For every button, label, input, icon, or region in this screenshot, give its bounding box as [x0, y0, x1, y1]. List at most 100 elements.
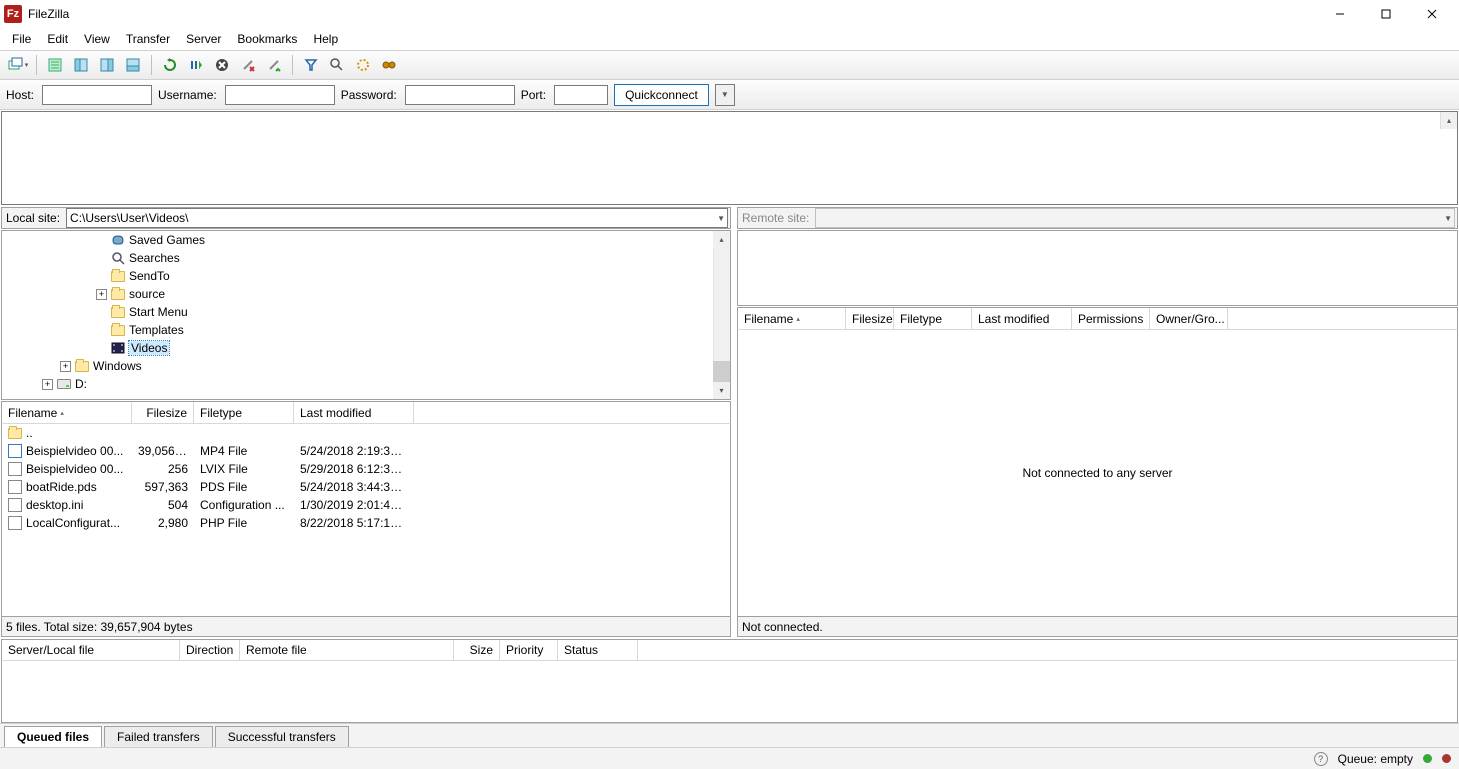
tree-item-label: Templates	[129, 323, 184, 337]
menu-view[interactable]: View	[76, 30, 118, 48]
site-manager-button[interactable]: ▾	[6, 53, 30, 77]
file-row[interactable]: desktop.ini504Configuration ...1/30/2019…	[2, 496, 730, 514]
menu-bookmarks[interactable]: Bookmarks	[229, 30, 305, 48]
compare-button[interactable]	[325, 53, 349, 77]
scroll-down-button[interactable]: ▾	[713, 382, 730, 399]
tree-item[interactable]: Saved Games	[2, 231, 730, 249]
file-modified: 8/22/2018 5:17:16 ...	[294, 516, 414, 530]
col-filename[interactable]: Filename▴	[738, 308, 846, 329]
col-filetype[interactable]: Filetype	[194, 402, 294, 423]
maximize-button[interactable]	[1363, 0, 1409, 28]
tree-item[interactable]: Videos	[2, 339, 730, 357]
col-priority[interactable]: Priority	[500, 640, 558, 660]
col-owner[interactable]: Owner/Gro...	[1150, 308, 1228, 329]
drive-icon	[56, 377, 72, 391]
file-size: 2,980	[132, 516, 194, 530]
parent-dir-row[interactable]: ..	[2, 424, 730, 442]
col-size[interactable]: Size	[454, 640, 500, 660]
file-name: LocalConfigurat...	[26, 516, 120, 530]
expand-button[interactable]: +	[96, 289, 107, 300]
queue-tabs: Queued files Failed transfers Successful…	[0, 723, 1459, 747]
col-remote-file[interactable]: Remote file	[240, 640, 454, 660]
file-row[interactable]: boatRide.pds597,363PDS File5/24/2018 3:4…	[2, 478, 730, 496]
col-direction[interactable]: Direction	[180, 640, 240, 660]
col-status[interactable]: Status	[558, 640, 638, 660]
disconnect-button[interactable]	[236, 53, 260, 77]
remote-site-combo[interactable]: ▼	[815, 208, 1455, 228]
menu-bar: File Edit View Transfer Server Bookmarks…	[0, 28, 1459, 50]
tree-item-label: Videos	[129, 341, 169, 355]
toggle-remote-tree-button[interactable]	[95, 53, 119, 77]
minimize-button[interactable]	[1317, 0, 1363, 28]
host-input[interactable]	[42, 85, 152, 105]
local-tree[interactable]: Saved Games Searches SendTo + source Start Me…	[1, 230, 731, 400]
file-row[interactable]: Beispielvideo 00...256LVIX File5/29/2018…	[2, 460, 730, 478]
close-button[interactable]	[1409, 0, 1455, 28]
expand-button[interactable]: +	[42, 379, 53, 390]
scroll-up-button[interactable]: ▴	[1440, 112, 1457, 129]
col-server-local[interactable]: Server/Local file	[2, 640, 180, 660]
tree-item[interactable]: Searches	[2, 249, 730, 267]
username-label: Username:	[158, 88, 217, 102]
tree-item[interactable]: + source	[2, 285, 730, 303]
tree-item-label: Saved Games	[129, 233, 205, 247]
reconnect-button[interactable]	[262, 53, 286, 77]
refresh-button[interactable]	[158, 53, 182, 77]
tree-item[interactable]: Templates	[2, 321, 730, 339]
activity-send-icon	[1423, 754, 1432, 763]
queue-list[interactable]	[1, 661, 1458, 723]
local-file-list[interactable]: ..Beispielvideo 00...39,056,801MP4 File5…	[1, 423, 731, 617]
col-filetype[interactable]: Filetype	[894, 308, 972, 329]
tab-successful[interactable]: Successful transfers	[215, 726, 349, 747]
scrollbar-thumb[interactable]	[713, 361, 730, 383]
file-size: 504	[132, 498, 194, 512]
file-icon	[8, 444, 22, 458]
toggle-queue-button[interactable]	[121, 53, 145, 77]
menu-edit[interactable]: Edit	[39, 30, 76, 48]
cancel-button[interactable]	[210, 53, 234, 77]
search-remote-button[interactable]	[377, 53, 401, 77]
scroll-up-button[interactable]: ▴	[713, 231, 730, 248]
tree-item[interactable]: +Windows	[2, 357, 730, 375]
remote-tree[interactable]	[737, 230, 1458, 306]
message-log[interactable]: ▴	[1, 111, 1458, 205]
col-last-modified[interactable]: Last modified	[972, 308, 1072, 329]
app-title: FileZilla	[28, 7, 69, 21]
col-filesize[interactable]: Filesize	[846, 308, 894, 329]
file-icon	[8, 480, 22, 494]
tree-item[interactable]: Start Menu	[2, 303, 730, 321]
queue-header: Server/Local file Direction Remote file …	[1, 639, 1458, 661]
file-row[interactable]: LocalConfigurat...2,980PHP File8/22/2018…	[2, 514, 730, 532]
sync-browse-button[interactable]	[351, 53, 375, 77]
toggle-log-button[interactable]	[43, 53, 67, 77]
tab-queued[interactable]: Queued files	[4, 726, 102, 747]
menu-help[interactable]: Help	[305, 30, 346, 48]
filter-button[interactable]	[299, 53, 323, 77]
tree-item-label: SendTo	[129, 269, 170, 283]
folder-icon	[110, 323, 126, 337]
tab-failed[interactable]: Failed transfers	[104, 726, 213, 747]
file-row[interactable]: Beispielvideo 00...39,056,801MP4 File5/2…	[2, 442, 730, 460]
menu-file[interactable]: File	[4, 30, 39, 48]
quickconnect-button[interactable]: Quickconnect	[614, 84, 709, 106]
menu-server[interactable]: Server	[178, 30, 229, 48]
port-input[interactable]	[554, 85, 608, 105]
col-filename[interactable]: Filename▴	[2, 402, 132, 423]
toggle-local-tree-button[interactable]	[69, 53, 93, 77]
process-queue-button[interactable]	[184, 53, 208, 77]
quickconnect-dropdown[interactable]: ▼	[715, 84, 735, 106]
password-input[interactable]	[405, 85, 515, 105]
username-input[interactable]	[225, 85, 335, 105]
file-modified: 5/29/2018 6:12:32 ...	[294, 462, 414, 476]
col-filesize[interactable]: Filesize	[132, 402, 194, 423]
local-site-combo[interactable]: C:\Users\User\Videos\ ▼	[66, 208, 728, 228]
expand-button[interactable]: +	[60, 361, 71, 372]
tree-item-label: source	[129, 287, 165, 301]
remote-file-list[interactable]: Not connected to any server	[737, 329, 1458, 617]
menu-transfer[interactable]: Transfer	[118, 30, 178, 48]
tree-item[interactable]: +D:	[2, 375, 730, 393]
chevron-down-icon: ▼	[717, 214, 725, 223]
tree-item[interactable]: SendTo	[2, 267, 730, 285]
col-permissions[interactable]: Permissions	[1072, 308, 1150, 329]
col-last-modified[interactable]: Last modified	[294, 402, 414, 423]
